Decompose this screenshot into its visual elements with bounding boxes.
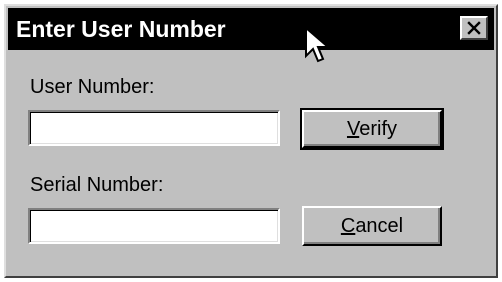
close-icon <box>467 21 481 35</box>
cancel-button[interactable]: Cancel <box>302 206 442 246</box>
cancel-button-label: Cancel <box>341 215 403 238</box>
verify-button-label: Verify <box>347 118 397 141</box>
user-number-input[interactable] <box>30 112 278 144</box>
title-bar[interactable]: Enter User Number <box>8 8 494 50</box>
cancel-mnemonic: C <box>340 214 356 237</box>
verify-label-rest: erify <box>359 117 398 140</box>
enter-user-number-dialog: Enter User Number User Number: Verify Se… <box>4 4 498 278</box>
user-number-label: User Number: <box>30 76 155 98</box>
dialog-title: Enter User Number <box>16 16 226 42</box>
verify-button[interactable]: Verify <box>300 108 444 150</box>
cancel-label-rest: ancel <box>355 214 404 237</box>
user-number-field-frame <box>28 110 280 146</box>
serial-number-label: Serial Number: <box>30 174 164 196</box>
mouse-pointer-icon <box>305 26 331 63</box>
verify-mnemonic: V <box>346 117 360 140</box>
serial-number-field-frame <box>28 208 280 244</box>
close-button[interactable] <box>460 16 488 40</box>
serial-number-input[interactable] <box>30 210 278 242</box>
